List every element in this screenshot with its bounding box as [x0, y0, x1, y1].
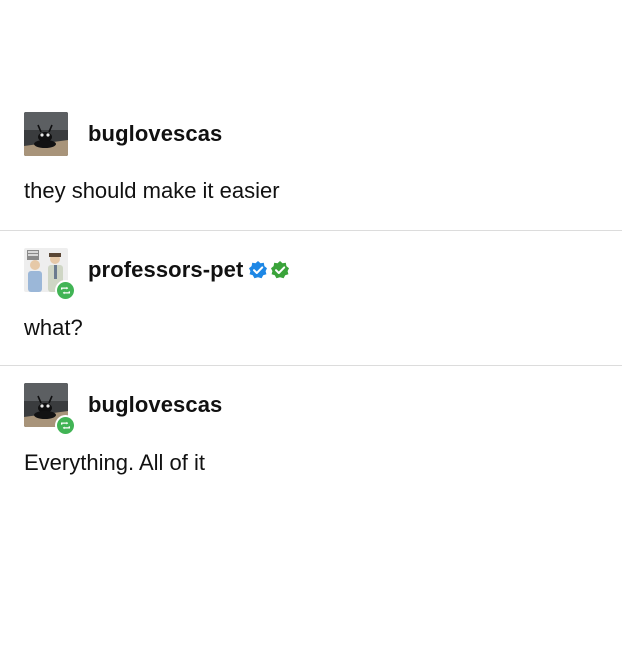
post-text: they should make it easier — [24, 178, 280, 203]
verified-badges — [248, 260, 290, 280]
avatar-buglovescas[interactable] — [24, 383, 76, 436]
bug-avatar-image — [24, 112, 68, 156]
post-divider — [0, 230, 622, 231]
avatar-buglovescas[interactable] — [24, 112, 68, 156]
post-header: buglovescas — [24, 383, 222, 436]
avatar-professors-pet[interactable] — [24, 248, 76, 301]
green-verified-badge-icon — [271, 261, 290, 279]
post-header: professors-pet — [24, 248, 290, 301]
tumblr-thread: buglovescas they should make it easier p… — [0, 0, 622, 658]
blue-verified-badge-icon — [249, 261, 268, 279]
post-text: Everything. All of it — [24, 450, 205, 475]
reblog-icon — [55, 280, 76, 301]
reblog-icon — [55, 415, 76, 436]
username[interactable]: buglovescas — [88, 392, 222, 418]
username[interactable]: professors-pet — [88, 257, 243, 283]
post-header: buglovescas — [24, 112, 222, 156]
post-divider — [0, 365, 622, 366]
post-text: what? — [24, 315, 83, 340]
username[interactable]: buglovescas — [88, 121, 222, 147]
